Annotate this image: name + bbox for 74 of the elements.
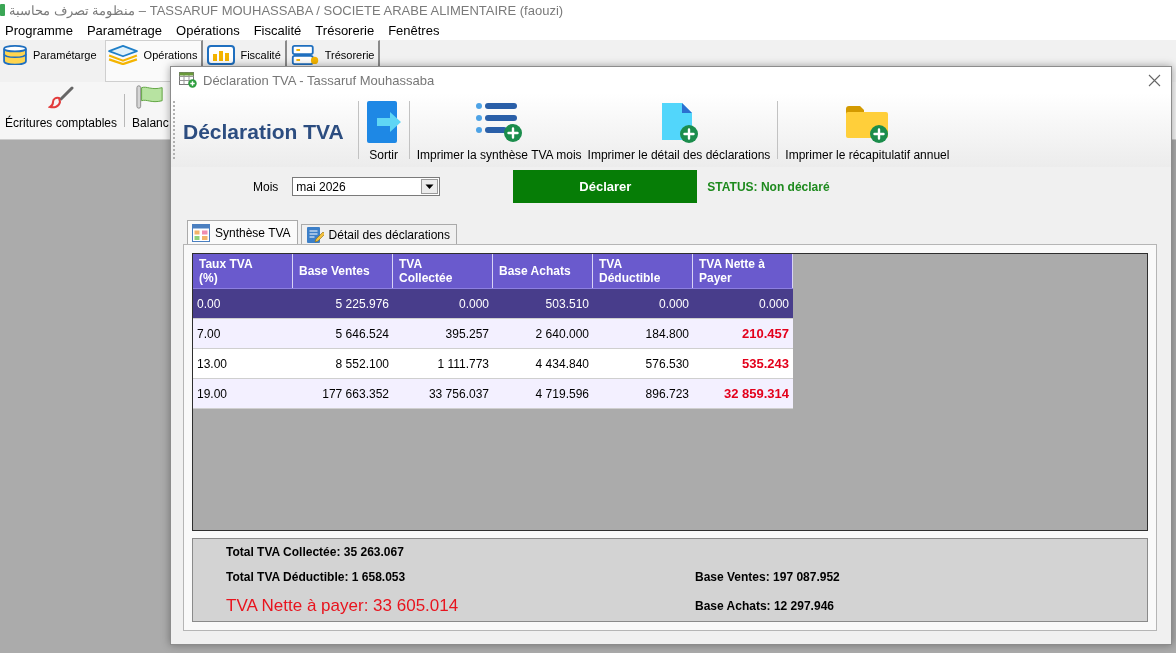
brush-icon bbox=[48, 86, 74, 110]
menu-item[interactable]: Fiscalité bbox=[252, 21, 303, 39]
table-cell-text: 576.530 bbox=[644, 355, 690, 373]
menu-item[interactable]: Trésorerie bbox=[314, 21, 376, 39]
app-title: منظومة تصرف محاسبة – TASSARUF MOUHASSABA / SOCIETE ARABE ALIMENTAIRE (faouzi) bbox=[9, 2, 564, 18]
database-icon bbox=[2, 45, 28, 65]
table-cell-text: 4 434.840 bbox=[534, 355, 590, 373]
table-cell-text: 1 111.773 bbox=[436, 355, 490, 373]
table-cell-text: 5 646.524 bbox=[334, 325, 390, 343]
table-row[interactable]: 13.00 8 552.100 1 111.773 4 434.840 576.530 535.243 bbox=[193, 349, 793, 379]
bar-chart-icon bbox=[207, 45, 236, 65]
column-header: TVA Nette à Payer bbox=[693, 254, 793, 288]
month-select[interactable]: mai 2026 bbox=[292, 177, 441, 196]
table-cell-text: 896.723 bbox=[644, 385, 690, 403]
caret-icon bbox=[421, 179, 439, 194]
table-cell-text: 177 663.352 bbox=[321, 385, 390, 403]
menu-item[interactable]: Fenêtres bbox=[387, 21, 441, 39]
declare-button[interactable]: Déclarer bbox=[513, 170, 698, 203]
column-header: Base Achats bbox=[493, 254, 593, 288]
column-header: TVA Déductible bbox=[593, 254, 693, 288]
exit-button[interactable]: Sortir bbox=[362, 93, 405, 167]
table-cell-text: 184.800 bbox=[644, 325, 690, 343]
summary-text: Base Ventes: 197 087.952 bbox=[695, 569, 840, 584]
print-button[interactable]: Imprimer le récapitulatif annuel bbox=[782, 93, 953, 167]
table-cell-text: 0.000 bbox=[457, 295, 490, 313]
layers-icon bbox=[106, 45, 139, 65]
table-cell-text: 210.457 bbox=[741, 325, 790, 343]
folder-plus-icon bbox=[844, 105, 891, 143]
menu-item[interactable]: Opérations bbox=[175, 21, 241, 39]
month-label: Mois bbox=[253, 179, 279, 194]
form-heading: Déclaration TVA bbox=[182, 119, 345, 144]
table-cell-text: 535.243 bbox=[741, 355, 790, 373]
table-row[interactable]: 19.00 177 663.352 33 756.037 4 719.596 896.723 32 859.314 bbox=[193, 379, 793, 409]
table-cell-text: 7.00 bbox=[196, 325, 222, 343]
exit-icon bbox=[365, 101, 402, 143]
toolbar-button[interactable]: Balanc bbox=[129, 82, 172, 139]
table-cell-text: 503.510 bbox=[544, 295, 590, 313]
print-button[interactable]: Imprimer la synthèse TVA mois bbox=[413, 93, 585, 167]
ribbon-tab[interactable]: Paramétarge bbox=[0, 40, 103, 82]
table-cell-text: 13.00 bbox=[196, 355, 229, 373]
list-plus-icon bbox=[475, 101, 524, 143]
table-cell-text: 0.00 bbox=[196, 295, 222, 313]
menu-item[interactable]: Programme bbox=[4, 21, 74, 39]
summary-text: Total TVA Collectée: 35 263.067 bbox=[226, 544, 404, 559]
table-cell-text: 2 640.000 bbox=[534, 325, 590, 343]
table-cell-text: 4 719.596 bbox=[534, 385, 590, 403]
net-total-text: TVA Nette à payer: 33 605.014 bbox=[226, 595, 459, 616]
table-cell-text: 0.000 bbox=[657, 295, 690, 313]
table-cell-text: 33 756.037 bbox=[427, 385, 490, 403]
close-icon[interactable] bbox=[1148, 73, 1161, 87]
grid-icon bbox=[192, 223, 210, 242]
table-plus-icon bbox=[179, 72, 197, 88]
table-cell-text: 19.00 bbox=[196, 385, 229, 403]
document-plus-icon bbox=[659, 101, 699, 143]
summary-text: Total TVA Déductible: 1 658.053 bbox=[226, 569, 406, 584]
toolbar-button[interactable]: Écritures comptables bbox=[2, 82, 121, 139]
status-text: STATUS: Non déclaré bbox=[707, 179, 830, 194]
app-icon bbox=[0, 4, 5, 16]
table-cell-text: 32 859.314 bbox=[722, 385, 790, 403]
column-header: TVA Collectée bbox=[393, 254, 493, 288]
table-row[interactable]: 7.00 5 646.524 395.257 2 640.000 184.800 210.457 bbox=[193, 319, 793, 349]
menu-item[interactable]: Paramétrage bbox=[85, 21, 164, 39]
server-icon bbox=[290, 45, 320, 65]
table-cell-text: 5 225.976 bbox=[334, 295, 390, 313]
print-button[interactable]: Imprimer le détail des déclarations bbox=[584, 93, 774, 167]
column-header: Taux TVA (%) bbox=[193, 254, 293, 288]
column-header: Base Ventes bbox=[293, 254, 393, 288]
summary-text: Base Achats: 12 297.946 bbox=[695, 598, 834, 613]
table-cell-text: 8 552.100 bbox=[334, 355, 390, 373]
tab[interactable]: Synthèse TVA bbox=[187, 220, 298, 244]
tab[interactable]: Détail des déclarations bbox=[300, 224, 457, 244]
table-cell-text: 395.257 bbox=[444, 325, 490, 343]
table-row[interactable]: 0.00 5 225.976 0.000 503.510 0.000 0.000 bbox=[193, 289, 793, 319]
table-cell-text: 0.000 bbox=[757, 295, 790, 313]
